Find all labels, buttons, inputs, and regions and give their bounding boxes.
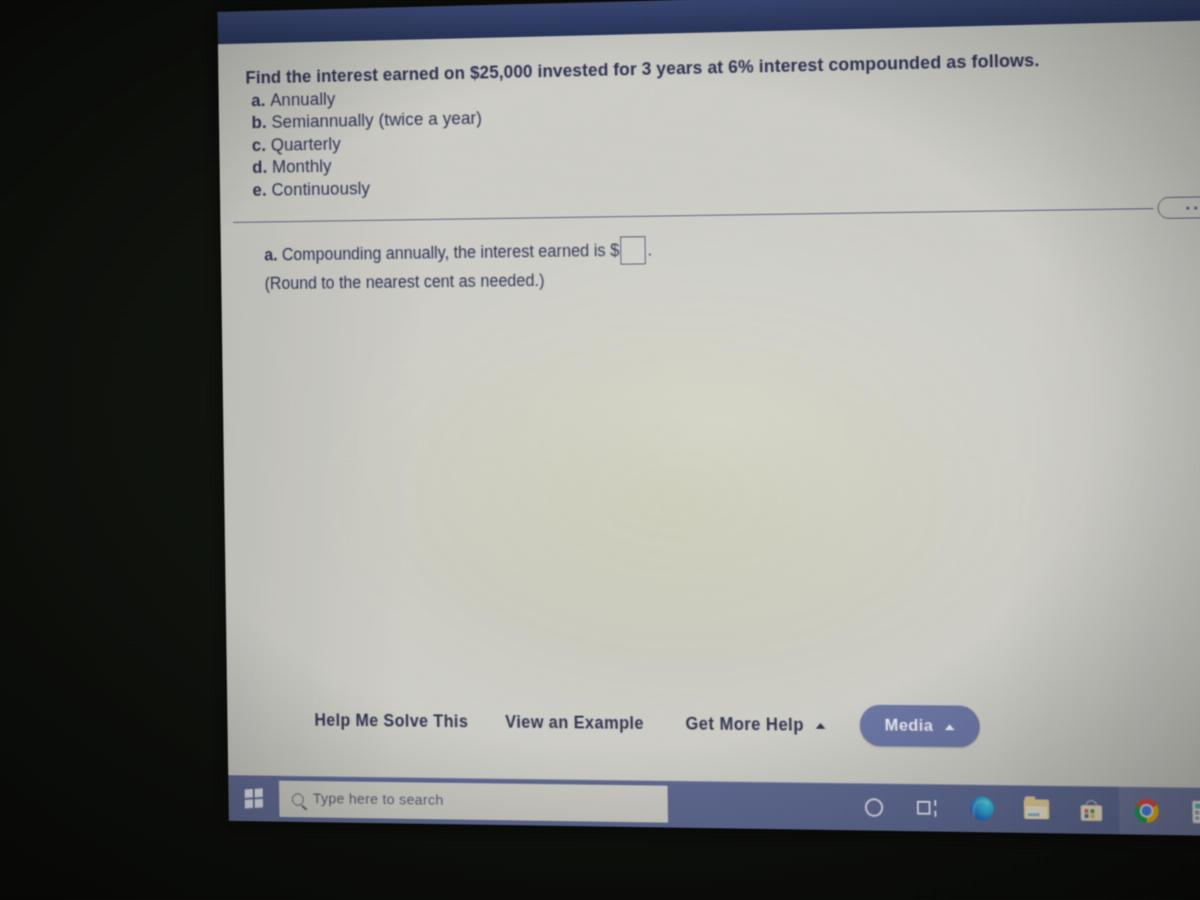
option-c-label: c. xyxy=(251,134,267,155)
cortana-button[interactable] xyxy=(846,783,901,831)
google-chrome-button[interactable] xyxy=(1118,786,1175,836)
taskbar-spacer xyxy=(668,804,847,806)
answer-prompt-row: a. Compounding annually, the interest ea… xyxy=(264,236,652,269)
help-me-solve-this-button[interactable]: Help Me Solve This xyxy=(314,704,468,737)
answer-block: a. Compounding annually, the interest ea… xyxy=(264,236,653,297)
option-a-text: Annually xyxy=(270,87,336,110)
answer-period: . xyxy=(647,239,653,260)
question-content-area: Find the interest earned on $25,000 inve… xyxy=(217,20,1200,837)
microsoft-edge-button[interactable] xyxy=(954,784,1009,832)
rounding-hint: (Round to the nearest cent as needed.) xyxy=(264,270,545,294)
currency-symbol: $ xyxy=(610,240,620,260)
task-view-button[interactable] xyxy=(900,784,955,832)
windows-taskbar: Type here to search xyxy=(228,775,1200,837)
google-chrome-icon xyxy=(1134,798,1159,823)
microsoft-store-icon xyxy=(1080,799,1103,821)
calculator-button[interactable] xyxy=(1173,787,1200,837)
question-block: Find the interest earned on $25,000 inve… xyxy=(245,45,1200,201)
option-e-label: e. xyxy=(252,179,267,200)
file-explorer-icon xyxy=(1023,796,1050,820)
calculator-icon xyxy=(1191,799,1200,824)
section-divider xyxy=(233,195,1200,235)
answer-part-label: a. xyxy=(264,245,278,265)
option-d-label: d. xyxy=(252,156,268,177)
taskbar-search-box[interactable]: Type here to search xyxy=(278,780,669,823)
caret-up-icon xyxy=(815,722,826,729)
caret-up-icon xyxy=(944,723,955,730)
cortana-icon xyxy=(864,797,883,817)
start-button[interactable] xyxy=(228,775,280,822)
windows-logo-icon xyxy=(244,788,264,809)
handle-dot-icon xyxy=(1193,205,1197,210)
option-e-text: Continuously xyxy=(271,177,371,199)
divider-line xyxy=(233,208,1154,223)
divider-collapse-handle[interactable] xyxy=(1157,195,1200,220)
microsoft-store-button[interactable] xyxy=(1064,786,1120,834)
option-b-label: b. xyxy=(251,111,267,133)
monitor-screen: Find the interest earned on $25,000 inve… xyxy=(217,0,1200,837)
search-input[interactable]: Type here to search xyxy=(313,791,444,810)
media-label: Media xyxy=(884,715,934,735)
photo-of-monitor: Find the interest earned on $25,000 inve… xyxy=(0,0,1200,900)
get-more-help-button[interactable]: Get More Help xyxy=(685,708,826,742)
answer-input[interactable] xyxy=(620,236,646,265)
option-a-label: a. xyxy=(251,89,266,110)
file-explorer-button[interactable] xyxy=(1009,785,1064,833)
microsoft-edge-icon xyxy=(970,796,994,821)
answer-prompt-text: Compounding annually, the interest earne… xyxy=(281,240,606,265)
option-c-text: Quarterly xyxy=(270,132,341,155)
option-d-text: Monthly xyxy=(271,155,332,177)
search-icon xyxy=(291,792,304,806)
task-view-icon xyxy=(916,799,939,817)
get-more-help-label: Get More Help xyxy=(685,713,804,735)
option-b-text: Semiannually (twice a year) xyxy=(271,107,483,132)
handle-dot-icon xyxy=(1185,206,1189,210)
taskbar-icon-tray xyxy=(846,783,1200,837)
media-button[interactable]: Media xyxy=(859,704,981,748)
view-an-example-button[interactable]: View an Example xyxy=(505,706,644,739)
help-toolbar: Help Me Solve This View an Example Get M… xyxy=(314,698,1085,751)
